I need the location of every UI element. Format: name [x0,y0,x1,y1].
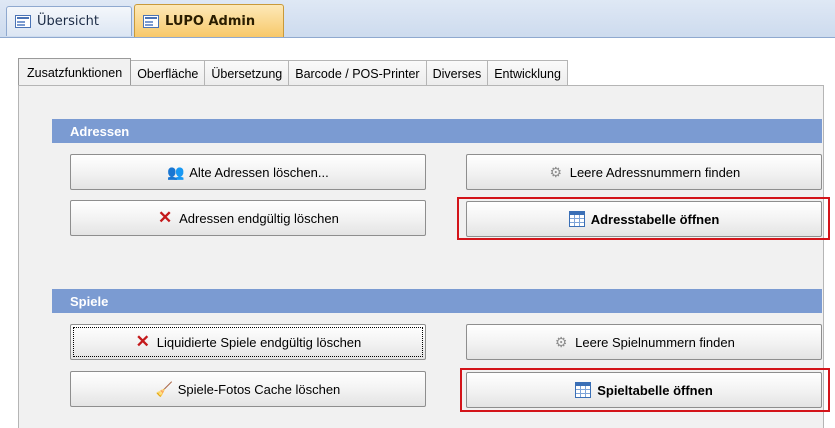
tab-entwicklung[interactable]: Entwicklung [488,60,568,86]
form-area: Zusatzfunktionen Oberfläche Übersetzung … [0,38,835,428]
delete-x-icon: ✕ [158,208,173,227]
tab-uebersetzung[interactable]: Übersetzung [205,60,290,86]
tab-zusatzfunktionen[interactable]: Zusatzfunktionen [18,58,132,86]
users-icon: 👥 [167,164,185,180]
tab-oberflaeche[interactable]: Oberfläche [131,60,206,86]
adressen-endgueltig-loeschen-button[interactable]: ✕ Adressen endgültig löschen [70,200,426,236]
delete-x-icon: ✕ [135,332,150,351]
button-label: Adresstabelle öffnen [590,211,720,227]
adresstabelle-oeffnen-button[interactable]: Adresstabelle öffnen [466,201,822,237]
form-icon [143,14,159,28]
liquidierte-spiele-loeschen-button[interactable]: ✕ Liquidierte Spiele endgültig löschen [70,324,426,360]
document-tab-strip: Übersicht LUPO Admin [0,0,835,38]
button-label: Liquidierte Spiele endgültig löschen [156,334,362,350]
button-label: Alte Adressen löschen... [189,164,329,180]
gear-icon: ⚙ [554,334,568,350]
spiele-fotos-cache-loeschen-button[interactable]: 🧹 Spiele-Fotos Cache löschen [70,371,426,407]
alte-adressen-loeschen-button[interactable]: 👥 Alte Adressen löschen... [70,154,426,190]
spieltabelle-oeffnen-button[interactable]: Spieltabelle öffnen [466,372,822,408]
table-icon [568,211,585,227]
doc-tab-uebersicht[interactable]: Übersicht [6,6,132,36]
tab-row: Zusatzfunktionen Oberfläche Übersetzung … [18,58,568,86]
broom-icon: 🧹 [155,381,174,397]
button-label: Leere Adressnummern finden [569,164,741,180]
leere-spielnummern-finden-button[interactable]: ⚙ Leere Spielnummern finden [466,324,822,360]
button-label: Spiele-Fotos Cache löschen [177,381,341,397]
tab-barcode-pos-printer[interactable]: Barcode / POS-Printer [289,60,427,86]
table-icon [575,382,592,398]
tab-diverses[interactable]: Diverses [426,60,489,86]
doc-tab-label: LUPO Admin [165,13,256,29]
leere-adressnummern-finden-button[interactable]: ⚙ Leere Adressnummern finden [466,154,822,190]
button-label: Leere Spielnummern finden [575,334,735,350]
section-header-adressen: Adressen [52,119,822,143]
gear-icon: ⚙ [549,164,562,180]
button-label: Adressen endgültig löschen [179,210,339,226]
button-label: Spieltabelle öffnen [597,382,713,398]
section-header-spiele: Spiele [52,289,822,313]
doc-tab-lupo-admin[interactable]: LUPO Admin [134,4,284,37]
form-icon [15,15,31,28]
doc-tab-label: Übersicht [37,14,99,29]
